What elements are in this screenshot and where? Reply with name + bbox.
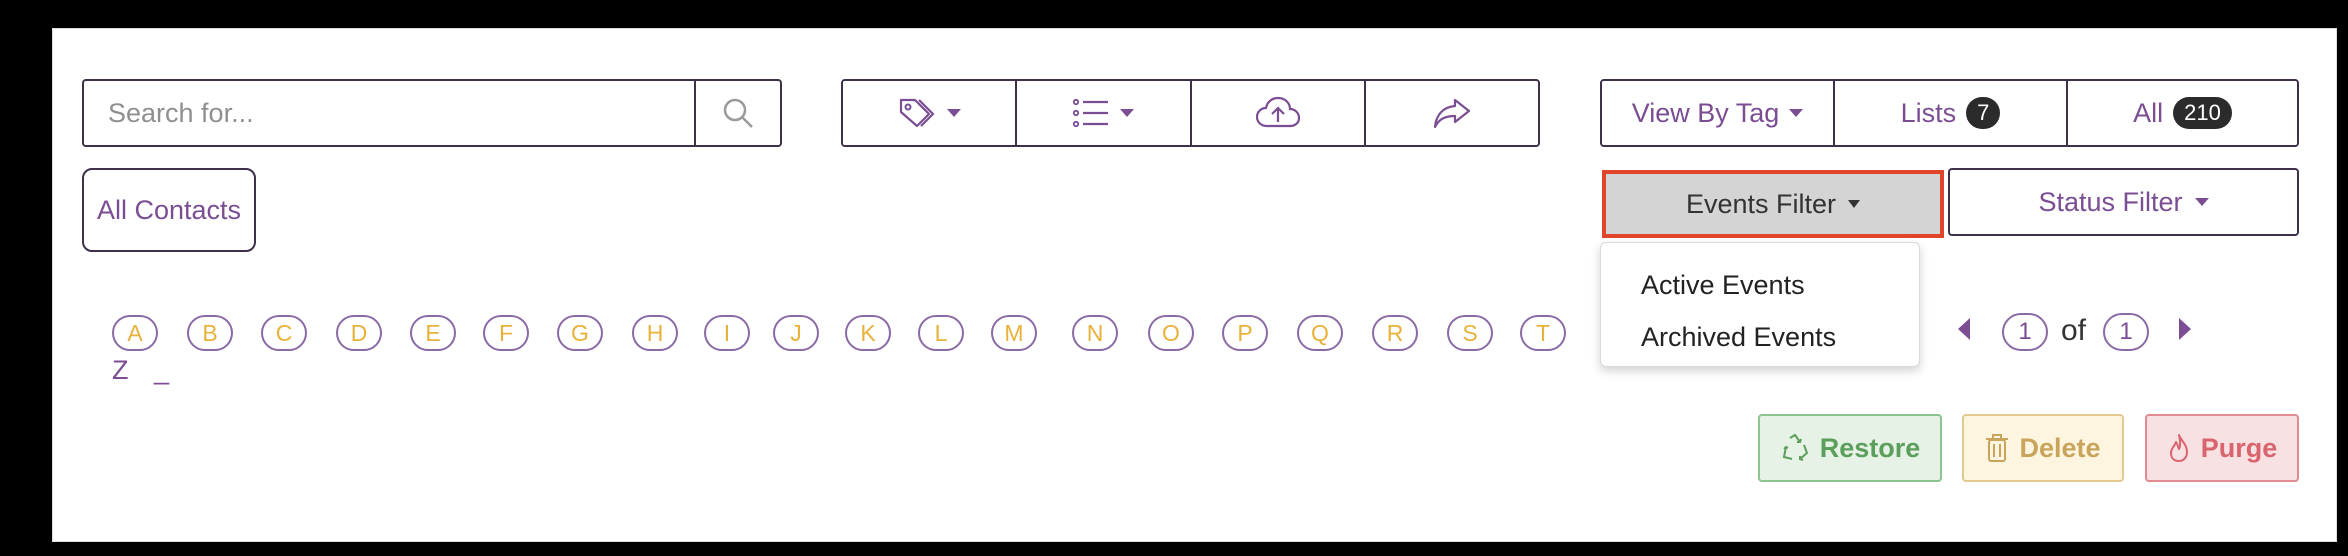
view-by-tag-label: View By Tag (1631, 97, 1780, 128)
letter-p[interactable]: P (1222, 315, 1268, 351)
tag-icon (900, 98, 935, 128)
menu-item-active-events[interactable]: Active Events (1601, 259, 1919, 311)
letter-c[interactable]: C (261, 315, 307, 351)
page-of-label: of (2061, 314, 2087, 347)
letter-o[interactable]: O (1148, 315, 1194, 351)
total-pages: 1 (2103, 313, 2149, 351)
chevron-down-icon (1120, 109, 1135, 117)
letter-m[interactable]: M (991, 315, 1037, 351)
letter-a[interactable]: A (112, 315, 158, 351)
delete-label: Delete (2019, 432, 2101, 463)
purge-button[interactable]: Purge (2145, 414, 2299, 482)
letter-e[interactable]: E (410, 315, 456, 351)
view-by-tag-button[interactable]: View By Tag (1602, 81, 1835, 145)
events-filter-button[interactable]: Events Filter (1602, 170, 1944, 238)
status-filter-button[interactable]: Status Filter (1948, 168, 2299, 236)
list-icon (1073, 98, 1109, 128)
all-contacts-button[interactable]: All Contacts (82, 168, 256, 252)
letter-r[interactable]: R (1372, 315, 1418, 351)
prev-page-icon[interactable] (1958, 318, 1970, 340)
letter-f[interactable]: F (483, 315, 529, 351)
cloud-upload-icon (1255, 96, 1300, 128)
letter-z[interactable]: Z (112, 355, 129, 386)
letter-h[interactable]: H (632, 315, 678, 351)
letter-n[interactable]: N (1072, 315, 1118, 351)
list-dropdown-button[interactable] (1017, 81, 1192, 145)
letter-l[interactable]: L (918, 315, 964, 351)
letter-j[interactable]: J (773, 315, 819, 351)
events-filter-label: Events Filter (1685, 188, 1837, 219)
chevron-down-icon (947, 109, 962, 117)
all-count-badge: 210 (2173, 97, 2232, 129)
all-button[interactable]: All 210 (2068, 81, 2297, 145)
search-input[interactable] (84, 81, 694, 145)
current-page[interactable]: 1 (2002, 313, 2048, 351)
upload-button[interactable] (1191, 81, 1366, 145)
restore-button[interactable]: Restore (1758, 414, 1942, 482)
letter-k[interactable]: K (845, 315, 891, 351)
chevron-down-icon (1789, 109, 1804, 117)
toolbar-group (841, 79, 1540, 147)
letter-underscore[interactable]: _ (154, 355, 169, 386)
chevron-down-icon (1848, 200, 1861, 208)
letter-i[interactable]: I (704, 315, 750, 351)
letter-s[interactable]: S (1447, 315, 1493, 351)
events-filter-menu: Active Events Archived Events (1600, 242, 1920, 367)
next-page-icon[interactable] (2179, 318, 2191, 340)
delete-button[interactable]: Delete (1962, 414, 2124, 482)
lists-label: Lists (1900, 97, 1957, 128)
tag-dropdown-button[interactable] (843, 81, 1018, 145)
letter-g[interactable]: G (557, 315, 603, 351)
share-button[interactable] (1365, 81, 1538, 145)
trash-icon (1986, 434, 2009, 462)
lists-count-badge: 7 (1966, 97, 2001, 129)
fire-icon (2169, 434, 2188, 462)
chevron-down-icon (2194, 198, 2209, 206)
restore-label: Restore (1819, 432, 1921, 463)
recycle-icon (1782, 433, 1808, 461)
menu-item-archived-events[interactable]: Archived Events (1601, 311, 1919, 363)
letter-q[interactable]: Q (1297, 315, 1343, 351)
view-group: View By Tag Lists 7 All 210 (1600, 79, 2299, 147)
lists-button[interactable]: Lists 7 (1835, 81, 2068, 145)
search-button[interactable] (694, 81, 780, 145)
purge-label: Purge (2200, 432, 2278, 463)
search-icon (723, 98, 753, 128)
search-box (82, 79, 782, 147)
letter-d[interactable]: D (336, 315, 382, 351)
letter-b[interactable]: B (187, 315, 233, 351)
all-label: All (2133, 97, 2164, 128)
status-filter-label: Status Filter (2038, 186, 2183, 217)
share-icon (1433, 98, 1470, 129)
letter-t[interactable]: T (1520, 315, 1566, 351)
